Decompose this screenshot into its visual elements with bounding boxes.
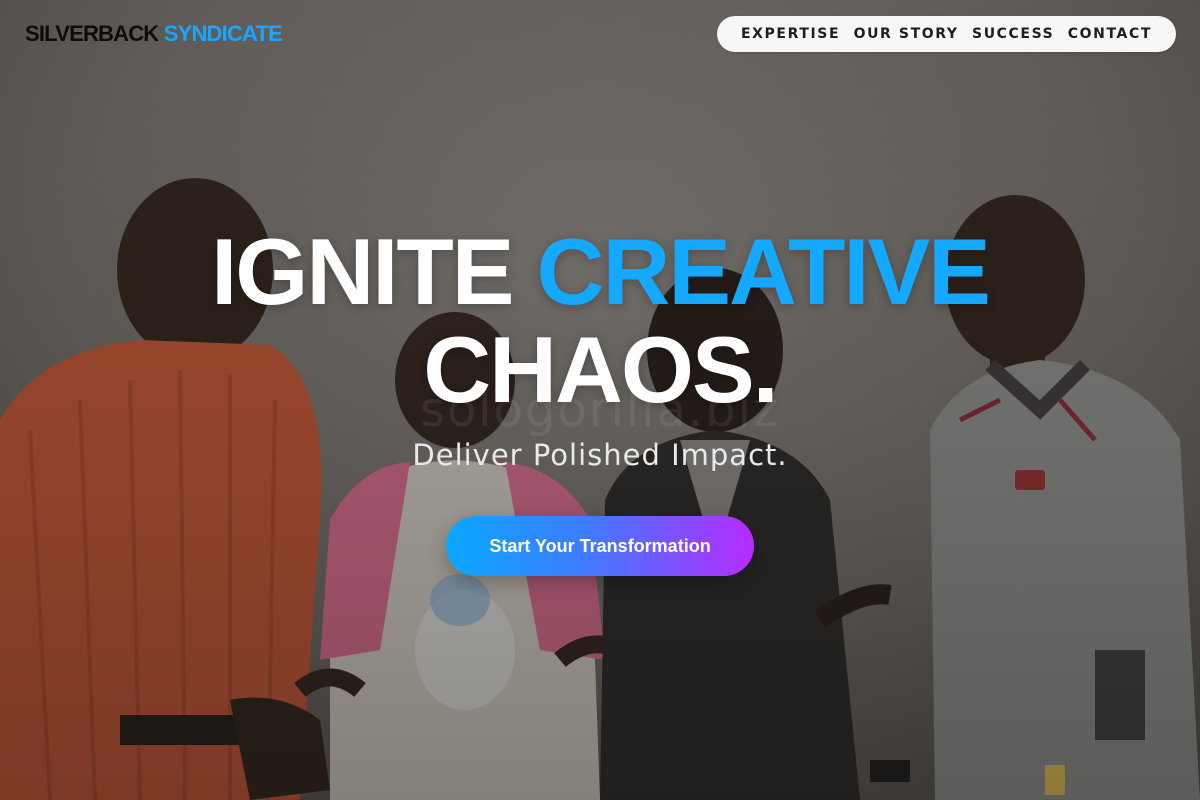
hero-headline-line2: CHAOS. — [423, 317, 779, 422]
main-navigation: EXPERTISE OUR STORY SUCCESS CONTACT — [717, 16, 1176, 52]
start-transformation-button[interactable]: Start Your Transformation — [446, 516, 754, 576]
nav-link-our-story[interactable]: OUR STORY — [854, 26, 959, 42]
hero-subheadline: Deliver Polished Impact. — [412, 438, 788, 472]
nav-link-success[interactable]: SUCCESS — [972, 26, 1054, 42]
headline-word-creative: CREATIVE — [536, 219, 991, 324]
brand-logo-part2: SYNDICATE — [163, 21, 283, 46]
headline-word-ignite: IGNITE — [211, 219, 514, 324]
hero-headline-line1: IGNITE CREATIVE — [0, 222, 1200, 322]
brand-logo[interactable]: SILVERBACK SYNDICATE — [25, 20, 283, 48]
nav-link-contact[interactable]: CONTACT — [1068, 26, 1152, 42]
brand-logo-part1: SILVERBACK — [25, 21, 159, 46]
nav-link-expertise[interactable]: EXPERTISE — [741, 26, 840, 42]
